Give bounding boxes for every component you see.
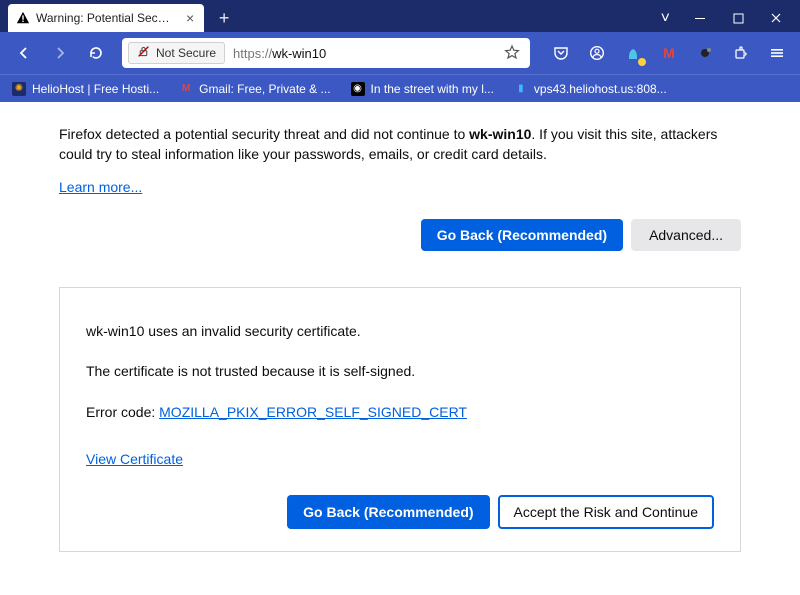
warning-icon bbox=[16, 11, 30, 25]
warning-message: Firefox detected a potential security th… bbox=[59, 124, 741, 165]
learn-more-link[interactable]: Learn more... bbox=[59, 179, 142, 195]
extension-3-icon[interactable] bbox=[690, 38, 720, 68]
advanced-button[interactable]: Advanced... bbox=[631, 219, 741, 251]
account-icon[interactable] bbox=[582, 38, 612, 68]
bookmark-item[interactable]: ✺ HelioHost | Free Hosti... bbox=[6, 80, 165, 98]
primary-button-row: Go Back (Recommended) Advanced... bbox=[59, 219, 741, 251]
extension-1-icon[interactable] bbox=[618, 38, 648, 68]
view-certificate-link[interactable]: View Certificate bbox=[86, 451, 183, 467]
browser-tab[interactable]: Warning: Potential Security Risk × bbox=[8, 4, 204, 32]
minimize-button[interactable] bbox=[690, 8, 710, 28]
bookmark-item[interactable]: ◉ In the street with my l... bbox=[345, 80, 500, 98]
bookmark-label: vps43.heliohost.us:808... bbox=[534, 82, 667, 96]
security-label: Not Secure bbox=[156, 46, 216, 60]
extensions-button[interactable] bbox=[726, 38, 756, 68]
extension-2-icon[interactable]: M bbox=[654, 38, 684, 68]
panel-button-row: Go Back (Recommended) Accept the Risk an… bbox=[86, 495, 714, 529]
bookmark-label: In the street with my l... bbox=[371, 82, 494, 96]
favicon-icon: ▮ bbox=[514, 82, 528, 96]
window-controls bbox=[690, 8, 800, 32]
go-back-button-2[interactable]: Go Back (Recommended) bbox=[287, 495, 489, 529]
titlebar: Warning: Potential Security Risk × + ˅ bbox=[0, 0, 800, 32]
tab-title: Warning: Potential Security Risk bbox=[36, 11, 176, 25]
lock-strike-icon bbox=[137, 45, 150, 61]
go-back-button[interactable]: Go Back (Recommended) bbox=[421, 219, 623, 251]
bookmark-star-icon[interactable] bbox=[500, 44, 524, 63]
bookmarks-bar: ✺ HelioHost | Free Hosti... M Gmail: Fre… bbox=[0, 74, 800, 102]
favicon-icon: ◉ bbox=[351, 82, 365, 96]
bookmark-label: HelioHost | Free Hosti... bbox=[32, 82, 159, 96]
favicon-icon: M bbox=[179, 82, 193, 96]
security-indicator[interactable]: Not Secure bbox=[128, 42, 225, 64]
url-bar[interactable]: Not Secure https://wk-win10 bbox=[122, 38, 530, 68]
advanced-panel: wk-win10 uses an invalid security certif… bbox=[59, 287, 741, 553]
nav-toolbar: Not Secure https://wk-win10 M bbox=[0, 32, 800, 74]
error-code-line: Error code: MOZILLA_PKIX_ERROR_SELF_SIGN… bbox=[86, 403, 714, 422]
reload-button[interactable] bbox=[80, 37, 112, 69]
close-window-button[interactable] bbox=[766, 8, 786, 28]
accept-risk-button[interactable]: Accept the Risk and Continue bbox=[498, 495, 714, 529]
tab-list-button[interactable]: ˅ bbox=[661, 10, 670, 32]
app-menu-button[interactable] bbox=[762, 38, 792, 68]
cert-invalid-text: wk-win10 uses an invalid security certif… bbox=[86, 322, 714, 341]
cert-selfsigned-text: The certificate is not trusted because i… bbox=[86, 362, 714, 381]
tab-close-button[interactable]: × bbox=[182, 10, 198, 26]
maximize-button[interactable] bbox=[728, 8, 748, 28]
toolbar-right: M bbox=[540, 38, 792, 68]
bookmark-label: Gmail: Free, Private & ... bbox=[199, 82, 330, 96]
bookmark-item[interactable]: ▮ vps43.heliohost.us:808... bbox=[508, 80, 673, 98]
new-tab-button[interactable]: + bbox=[210, 4, 238, 32]
back-button[interactable] bbox=[8, 37, 40, 69]
bookmark-item[interactable]: M Gmail: Free, Private & ... bbox=[173, 80, 336, 98]
pocket-icon[interactable] bbox=[546, 38, 576, 68]
forward-button[interactable] bbox=[44, 37, 76, 69]
url-text: https://wk-win10 bbox=[233, 46, 326, 61]
favicon-icon: ✺ bbox=[12, 82, 26, 96]
page-content[interactable]: Firefox detected a potential security th… bbox=[0, 102, 800, 595]
error-code-link[interactable]: MOZILLA_PKIX_ERROR_SELF_SIGNED_CERT bbox=[159, 404, 467, 420]
